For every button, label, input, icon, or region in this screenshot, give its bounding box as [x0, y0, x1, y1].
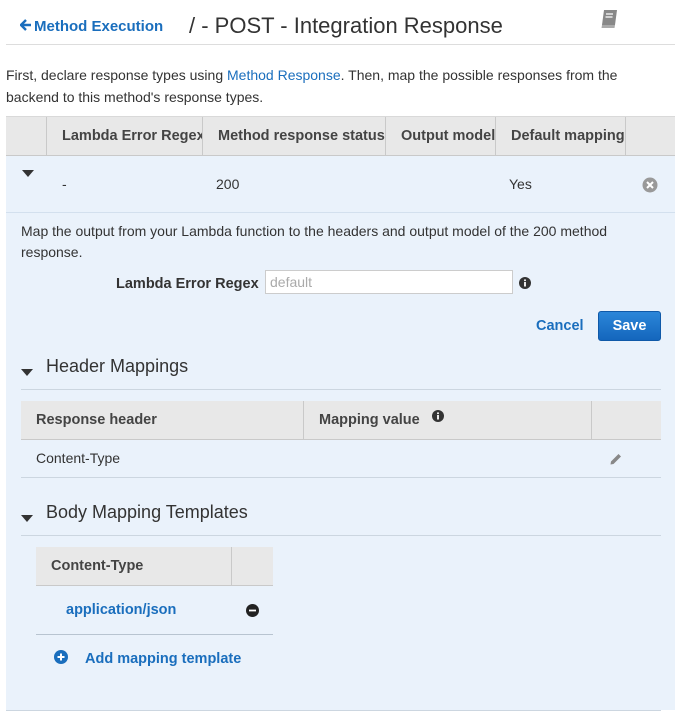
col-output-model: Output model	[385, 117, 495, 155]
triangle-down-icon[interactable]	[21, 364, 33, 382]
col-actions	[231, 547, 273, 585]
method-execution-link[interactable]: Method Execution	[19, 18, 164, 35]
cancel-button[interactable]: Cancel	[536, 318, 584, 334]
page-header: Method Execution / - POST - Integration …	[6, 0, 675, 45]
method-response-link[interactable]: Method Response	[227, 67, 341, 83]
plus-circle-icon	[54, 650, 68, 668]
divider	[21, 389, 661, 390]
header-mappings-table: Response header Mapping value Content-Ty…	[21, 401, 661, 478]
method-execution-label: Method Execution	[34, 18, 164, 35]
add-mapping-template-label: Add mapping template	[85, 651, 242, 667]
arrow-left-icon	[19, 18, 31, 35]
cell-response-header: Content-Type	[36, 450, 121, 466]
save-button[interactable]: Save	[598, 311, 661, 341]
lambda-error-regex-input[interactable]	[265, 270, 513, 294]
info-circle-icon[interactable]	[519, 276, 531, 294]
close-circle-icon[interactable]	[642, 156, 658, 212]
intro-text: First, declare response types using Meth…	[6, 64, 646, 108]
lambda-error-regex-label: Lambda Error Regex	[116, 276, 259, 292]
col-actions	[591, 401, 661, 439]
book-icon[interactable]	[598, 8, 620, 35]
body-mapping-table-header: Content-Type	[36, 547, 273, 586]
intro-text-before: First, declare response types using	[6, 67, 227, 83]
col-response-header: Response header	[36, 412, 157, 428]
col-actions	[625, 117, 675, 155]
pencil-icon[interactable]	[609, 440, 622, 477]
col-mapping-value-label: Mapping value	[319, 412, 420, 428]
cell-default: Yes	[509, 176, 532, 192]
triangle-down-icon[interactable]	[21, 510, 33, 528]
col-method-response-status: Method response status	[202, 117, 385, 155]
cell-regex: -	[62, 176, 67, 192]
detail-description: Map the output from your Lambda function…	[21, 223, 608, 260]
col-default-mapping: Default mapping	[495, 117, 625, 155]
triangle-down-icon[interactable]	[22, 156, 34, 212]
col-lambda-error-regex: Lambda Error Regex	[46, 117, 202, 155]
col-mapping-value: Mapping value	[303, 401, 591, 439]
body-mapping-table: Content-Type application/json	[36, 547, 273, 635]
divider	[21, 535, 661, 536]
info-circle-icon[interactable]	[431, 399, 444, 437]
cell-status: 200	[216, 176, 240, 192]
list-item[interactable]: application/json	[36, 586, 273, 635]
table-row[interactable]: - 200 Yes	[6, 156, 675, 213]
table-row: Content-Type	[21, 440, 661, 478]
content-type-application-json[interactable]: application/json	[66, 586, 176, 634]
responses-table: Lambda Error Regex Method response statu…	[6, 116, 675, 213]
response-detail-panel: Map the output from your Lambda function…	[6, 213, 675, 710]
header-mappings-table-header: Response header Mapping value	[21, 401, 661, 440]
body-mapping-title[interactable]: Body Mapping Templates	[46, 502, 248, 523]
page-title: / - POST - Integration Response	[189, 13, 503, 38]
col-content-type: Content-Type	[51, 558, 144, 574]
minus-circle-icon[interactable]	[246, 586, 259, 634]
header-mappings-title[interactable]: Header Mappings	[46, 356, 188, 377]
divider	[6, 710, 661, 711]
responses-table-header: Lambda Error Regex Method response statu…	[6, 116, 675, 156]
